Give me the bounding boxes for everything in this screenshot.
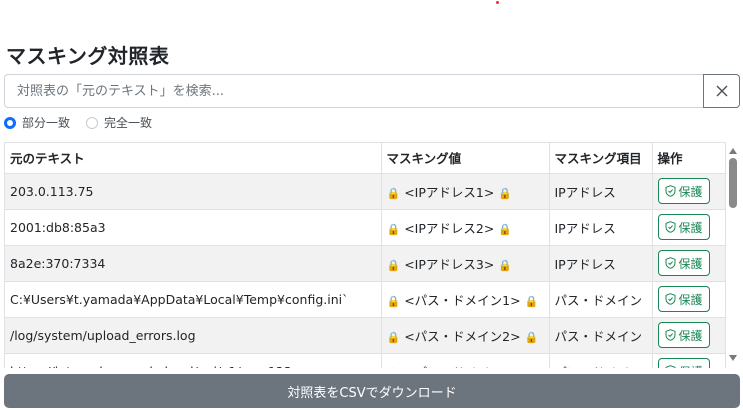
category-cell: パス・ドメイン xyxy=(548,280,653,318)
column-header: マスキング項目 xyxy=(548,143,653,174)
table-row: https://internal.example.local/api/v1/us… xyxy=(5,352,725,369)
table-scrollbar[interactable] xyxy=(727,144,739,366)
radio-label: 部分一致 xyxy=(22,116,71,130)
masked-value: <パス・ドメイン2> xyxy=(404,328,521,344)
radio-selected-icon[interactable] xyxy=(4,116,16,129)
clear-search-button[interactable] xyxy=(703,74,740,108)
original-text-cell: 203.0.113.75 xyxy=(5,172,382,210)
shield-icon xyxy=(665,257,675,269)
table-row: 8a2e:370:7334 🔒 <IPアドレス3> 🔒 IPアドレス 保護 xyxy=(5,244,725,282)
scroll-thumb[interactable] xyxy=(729,158,737,208)
shield-icon xyxy=(665,221,675,233)
original-text-cell: 8a2e:370:7334 xyxy=(5,244,382,282)
masked-value: <IPアドレス1> xyxy=(404,184,495,200)
close-icon xyxy=(716,85,727,97)
protect-button[interactable]: 保護 xyxy=(657,286,710,312)
table-row: /log/system/upload_errors.log 🔒 <パス・ドメイン2… xyxy=(5,316,725,354)
table-row: 203.0.113.75 🔒 <IPアドレス1> 🔒 IPアドレス 保護 xyxy=(5,172,725,210)
original-text-cell: /log/system/upload_errors.log xyxy=(5,316,382,354)
protect-button-label: 保護 xyxy=(678,256,703,271)
action-cell: 保護 xyxy=(651,208,725,246)
protect-button-label: 保護 xyxy=(678,220,703,235)
category-cell: IPアドレス xyxy=(548,208,653,246)
download-csv-button[interactable]: 対照表をCSVでダウンロード xyxy=(4,374,740,408)
radio-partial-match[interactable]: 部分一致 xyxy=(4,114,70,131)
shield-icon xyxy=(665,365,675,368)
lock-icon: 🔒 xyxy=(386,258,401,272)
action-cell: 保護 xyxy=(651,172,725,210)
table-row: 2001:db8:85a3 🔒 <IPアドレス2> 🔒 IPアドレス 保護 xyxy=(5,208,725,246)
lock-icon: 🔒 xyxy=(498,222,512,236)
table-row: C:¥Users¥t.yamada¥AppData¥Local¥Temp¥con… xyxy=(5,280,725,318)
radio-exact-match[interactable]: 完全一致 xyxy=(86,114,152,131)
lock-icon: 🔒 xyxy=(525,367,539,369)
category-cell: パス・ドメイン xyxy=(548,352,653,368)
masked-value-cell: 🔒 <IPアドレス2> 🔒 xyxy=(380,208,550,246)
action-cell: 保護 xyxy=(651,244,725,282)
protect-button[interactable]: 保護 xyxy=(657,214,710,240)
protect-button[interactable]: 保護 xyxy=(657,322,710,348)
lock-icon: 🔒 xyxy=(386,186,401,200)
masked-value: <IPアドレス2> xyxy=(404,220,495,236)
action-cell: 保護 xyxy=(651,316,725,354)
protect-button-label: 保護 xyxy=(678,328,703,343)
protect-button-label: 保護 xyxy=(678,292,703,307)
shield-icon xyxy=(665,185,675,197)
mapping-table: 元のテキスト マスキング値 マスキング項目 操作 203.0.113.75 🔒 <… xyxy=(5,143,725,369)
search-group xyxy=(4,74,740,108)
column-header: 操作 xyxy=(651,143,725,174)
masked-value-cell: 🔒 <パス・ドメイン1> 🔒 xyxy=(380,280,550,318)
original-text-cell: 2001:db8:85a3 xyxy=(5,208,382,246)
scroll-down-arrow-icon[interactable] xyxy=(729,355,737,361)
masked-value-cell: 🔒 <パス・ドメイン3> 🔒 xyxy=(380,352,550,369)
lock-icon: 🔒 xyxy=(498,258,512,272)
column-header: 元のテキスト xyxy=(5,143,382,174)
column-header: マスキング値 xyxy=(380,143,550,174)
masked-value: <IPアドレス3> xyxy=(404,256,495,272)
shield-icon xyxy=(665,329,675,341)
match-mode-group: 部分一致 完全一致 xyxy=(4,114,152,131)
lock-icon: 🔒 xyxy=(498,186,512,200)
masked-value-cell: 🔒 <IPアドレス3> 🔒 xyxy=(380,244,550,282)
search-input[interactable] xyxy=(4,74,703,108)
original-text-cell: C:¥Users¥t.yamada¥AppData¥Local¥Temp¥con… xyxy=(5,280,382,318)
original-text-cell: https://internal.example.local/api/v1/us… xyxy=(5,352,382,368)
shield-icon xyxy=(665,293,675,305)
lock-icon: 🔒 xyxy=(387,367,401,369)
masked-value-cell: 🔒 <IPアドレス1> 🔒 xyxy=(380,172,550,210)
protect-button[interactable]: 保護 xyxy=(657,358,710,369)
category-cell: IPアドレス xyxy=(548,172,653,210)
protect-button-label: 保護 xyxy=(678,184,703,199)
lock-icon: 🔒 xyxy=(524,330,539,344)
protect-button-label: 保護 xyxy=(679,363,703,369)
category-cell: パス・ドメイン xyxy=(548,316,653,354)
protect-button[interactable]: 保護 xyxy=(657,250,710,276)
lock-icon: 🔒 xyxy=(386,294,401,308)
protect-button[interactable]: 保護 xyxy=(657,178,710,204)
lock-icon: 🔒 xyxy=(524,294,539,308)
lock-icon: 🔒 xyxy=(386,222,401,236)
scroll-up-arrow-icon[interactable] xyxy=(729,148,737,154)
action-cell: 保護 xyxy=(651,352,725,369)
radio-unselected-icon[interactable] xyxy=(86,116,99,129)
radio-label: 完全一致 xyxy=(104,116,153,130)
status-dot xyxy=(496,1,499,4)
masked-value: <パス・ドメイン1> xyxy=(404,292,521,308)
action-cell: 保護 xyxy=(651,280,725,318)
page-title: マスキング対照表 xyxy=(6,44,170,68)
masked-value: <パス・ドメイン3> xyxy=(404,365,520,369)
lock-icon: 🔒 xyxy=(386,330,401,344)
category-cell: IPアドレス xyxy=(548,244,653,282)
masked-value-cell: 🔒 <パス・ドメイン2> 🔒 xyxy=(380,316,550,354)
mapping-table-container: 元のテキスト マスキング値 マスキング項目 操作 203.0.113.75 🔒 <… xyxy=(4,142,726,368)
